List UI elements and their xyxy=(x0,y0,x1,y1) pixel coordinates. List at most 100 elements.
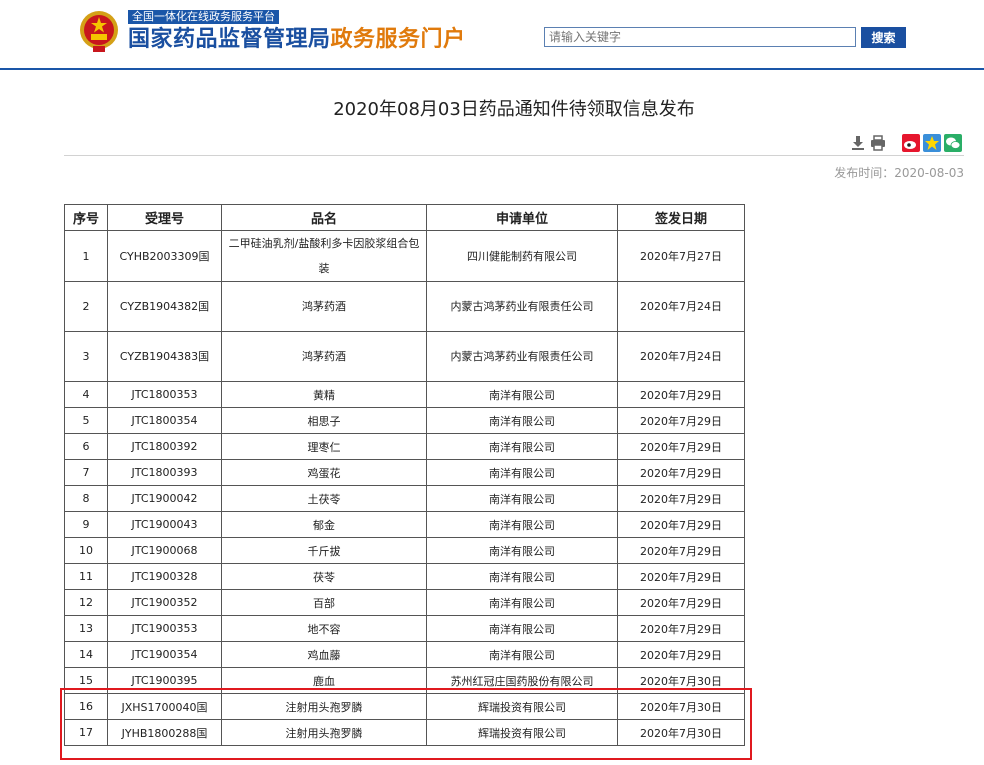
row-no: 3 xyxy=(64,331,108,382)
table-row: 15 JTC1900395 鹿血 苏州红冠庄国药股份有限公司 2020年7月30日 xyxy=(64,667,745,694)
table-row: 1 CYHB2003309国 二甲硅油乳剂/盐酸利多卡因胶浆组合包装 四川健能制药有限… xyxy=(64,230,745,282)
row-acceptance-no: CYZB1904383国 xyxy=(107,331,222,382)
download-icon[interactable] xyxy=(849,134,867,152)
row-no: 9 xyxy=(64,511,108,538)
favorite-icon[interactable] xyxy=(923,134,941,152)
header-acceptance-no: 受理号 xyxy=(107,204,222,231)
row-applicant: 南洋有限公司 xyxy=(426,641,618,668)
row-applicant: 南洋有限公司 xyxy=(426,537,618,564)
row-product-name: 土茯苓 xyxy=(221,485,427,512)
row-no: 12 xyxy=(64,589,108,616)
row-product-name: 二甲硅油乳剂/盐酸利多卡因胶浆组合包装 xyxy=(221,230,427,282)
table-row: 12 JTC1900352 百部 南洋有限公司 2020年7月29日 xyxy=(64,589,745,616)
national-emblem-icon xyxy=(80,11,118,52)
table-row: 9 JTC1900043 郁金 南洋有限公司 2020年7月29日 xyxy=(64,511,745,538)
row-no: 8 xyxy=(64,485,108,512)
row-product-name: 理枣仁 xyxy=(221,433,427,460)
table-row: 6 JTC1800392 理枣仁 南洋有限公司 2020年7月29日 xyxy=(64,433,745,460)
row-acceptance-no: JTC1900353 xyxy=(107,615,222,642)
search-input[interactable] xyxy=(544,27,856,47)
row-acceptance-no: JTC1800392 xyxy=(107,433,222,460)
row-issue-date: 2020年7月29日 xyxy=(617,459,745,486)
row-issue-date: 2020年7月24日 xyxy=(617,281,745,332)
search-button[interactable]: 搜索 xyxy=(861,27,906,48)
row-applicant: 南洋有限公司 xyxy=(426,563,618,590)
row-applicant: 内蒙古鸿茅药业有限责任公司 xyxy=(426,281,618,332)
row-product-name: 鹿血 xyxy=(221,667,427,694)
row-applicant: 辉瑞投资有限公司 xyxy=(426,693,618,720)
row-acceptance-no: JTC1900354 xyxy=(107,641,222,668)
table-row: 16 JXHS1700040国 注射用头孢罗膦 辉瑞投资有限公司 2020年7月30日 xyxy=(64,693,745,720)
site-name-primary: 国家药品监督管理局 xyxy=(128,27,331,52)
row-issue-date: 2020年7月30日 xyxy=(617,667,745,694)
header-no: 序号 xyxy=(64,204,108,231)
header-divider xyxy=(0,68,984,70)
site-name-secondary: 政务服务门户 xyxy=(330,27,466,52)
row-acceptance-no: JTC1900352 xyxy=(107,589,222,616)
table-row: 10 JTC1900068 千斤拔 南洋有限公司 2020年7月29日 xyxy=(64,537,745,564)
row-no: 17 xyxy=(64,719,108,746)
row-issue-date: 2020年7月29日 xyxy=(617,381,745,408)
row-issue-date: 2020年7月29日 xyxy=(617,407,745,434)
row-no: 2 xyxy=(64,281,108,332)
site-name[interactable]: 国家药品监督管理局政务服务门户 xyxy=(128,26,466,54)
row-acceptance-no: JYHB1800288国 xyxy=(107,719,222,746)
row-no: 13 xyxy=(64,615,108,642)
row-product-name: 地不容 xyxy=(221,615,427,642)
row-acceptance-no: JTC1900328 xyxy=(107,563,222,590)
row-applicant: 南洋有限公司 xyxy=(426,511,618,538)
row-applicant: 南洋有限公司 xyxy=(426,485,618,512)
row-issue-date: 2020年7月27日 xyxy=(617,230,745,282)
platform-tag: 全国一体化在线政务服务平台 xyxy=(128,10,279,24)
title-divider xyxy=(64,155,964,156)
row-acceptance-no: JTC1900068 xyxy=(107,537,222,564)
row-acceptance-no: JTC1900042 xyxy=(107,485,222,512)
row-no: 7 xyxy=(64,459,108,486)
row-product-name: 黄精 xyxy=(221,381,427,408)
print-icon[interactable] xyxy=(869,134,887,152)
row-acceptance-no: JXHS1700040国 xyxy=(107,693,222,720)
row-issue-date: 2020年7月30日 xyxy=(617,719,745,746)
row-applicant: 南洋有限公司 xyxy=(426,589,618,616)
row-no: 11 xyxy=(64,563,108,590)
row-product-name: 百部 xyxy=(221,589,427,616)
header-issue-date: 签发日期 xyxy=(617,204,745,231)
row-product-name: 郁金 xyxy=(221,511,427,538)
row-product-name: 茯苓 xyxy=(221,563,427,590)
table-row: 2 CYZB1904382国 鸿茅药酒 内蒙古鸿茅药业有限责任公司 2020年7月24日 xyxy=(64,281,745,332)
row-issue-date: 2020年7月29日 xyxy=(617,537,745,564)
table-row: 14 JTC1900354 鸡血藤 南洋有限公司 2020年7月29日 xyxy=(64,641,745,668)
row-product-name: 千斤拔 xyxy=(221,537,427,564)
row-no: 15 xyxy=(64,667,108,694)
wechat-icon[interactable] xyxy=(944,134,962,152)
table-row: 13 JTC1900353 地不容 南洋有限公司 2020年7月29日 xyxy=(64,615,745,642)
row-no: 16 xyxy=(64,693,108,720)
table-row: 3 CYZB1904383国 鸿茅药酒 内蒙古鸿茅药业有限责任公司 2020年7月24日 xyxy=(64,331,745,382)
row-applicant: 南洋有限公司 xyxy=(426,459,618,486)
row-issue-date: 2020年7月29日 xyxy=(617,485,745,512)
notice-table: 序号 受理号 品名 申请单位 签发日期 1 CYHB2003309国 二甲硅油乳剂/… xyxy=(64,204,745,746)
row-acceptance-no: JTC1800354 xyxy=(107,407,222,434)
row-acceptance-no: JTC1800353 xyxy=(107,381,222,408)
row-applicant: 南洋有限公司 xyxy=(426,381,618,408)
weibo-icon[interactable] xyxy=(902,134,920,152)
row-applicant: 内蒙古鸿茅药业有限责任公司 xyxy=(426,331,618,382)
row-no: 6 xyxy=(64,433,108,460)
row-issue-date: 2020年7月29日 xyxy=(617,589,745,616)
row-applicant: 南洋有限公司 xyxy=(426,615,618,642)
site-header: 全国一体化在线政务服务平台 国家药品监督管理局政务服务门户 搜索 xyxy=(0,0,984,70)
row-applicant: 辉瑞投资有限公司 xyxy=(426,719,618,746)
article-title: 2020年08月03日药品通知件待领取信息发布 xyxy=(333,99,695,120)
row-acceptance-no: CYHB2003309国 xyxy=(107,230,222,282)
row-no: 4 xyxy=(64,381,108,408)
table-header-row: 序号 受理号 品名 申请单位 签发日期 xyxy=(64,204,745,231)
row-no: 1 xyxy=(64,230,108,282)
row-product-name: 鸿茅药酒 xyxy=(221,281,427,332)
row-issue-date: 2020年7月29日 xyxy=(617,563,745,590)
row-no: 10 xyxy=(64,537,108,564)
row-product-name: 鸿茅药酒 xyxy=(221,331,427,382)
table-row: 5 JTC1800354 相思子 南洋有限公司 2020年7月29日 xyxy=(64,407,745,434)
row-no: 5 xyxy=(64,407,108,434)
header-product-name: 品名 xyxy=(221,204,427,231)
publish-time: 发布时间：2020-08-03 xyxy=(834,166,964,180)
